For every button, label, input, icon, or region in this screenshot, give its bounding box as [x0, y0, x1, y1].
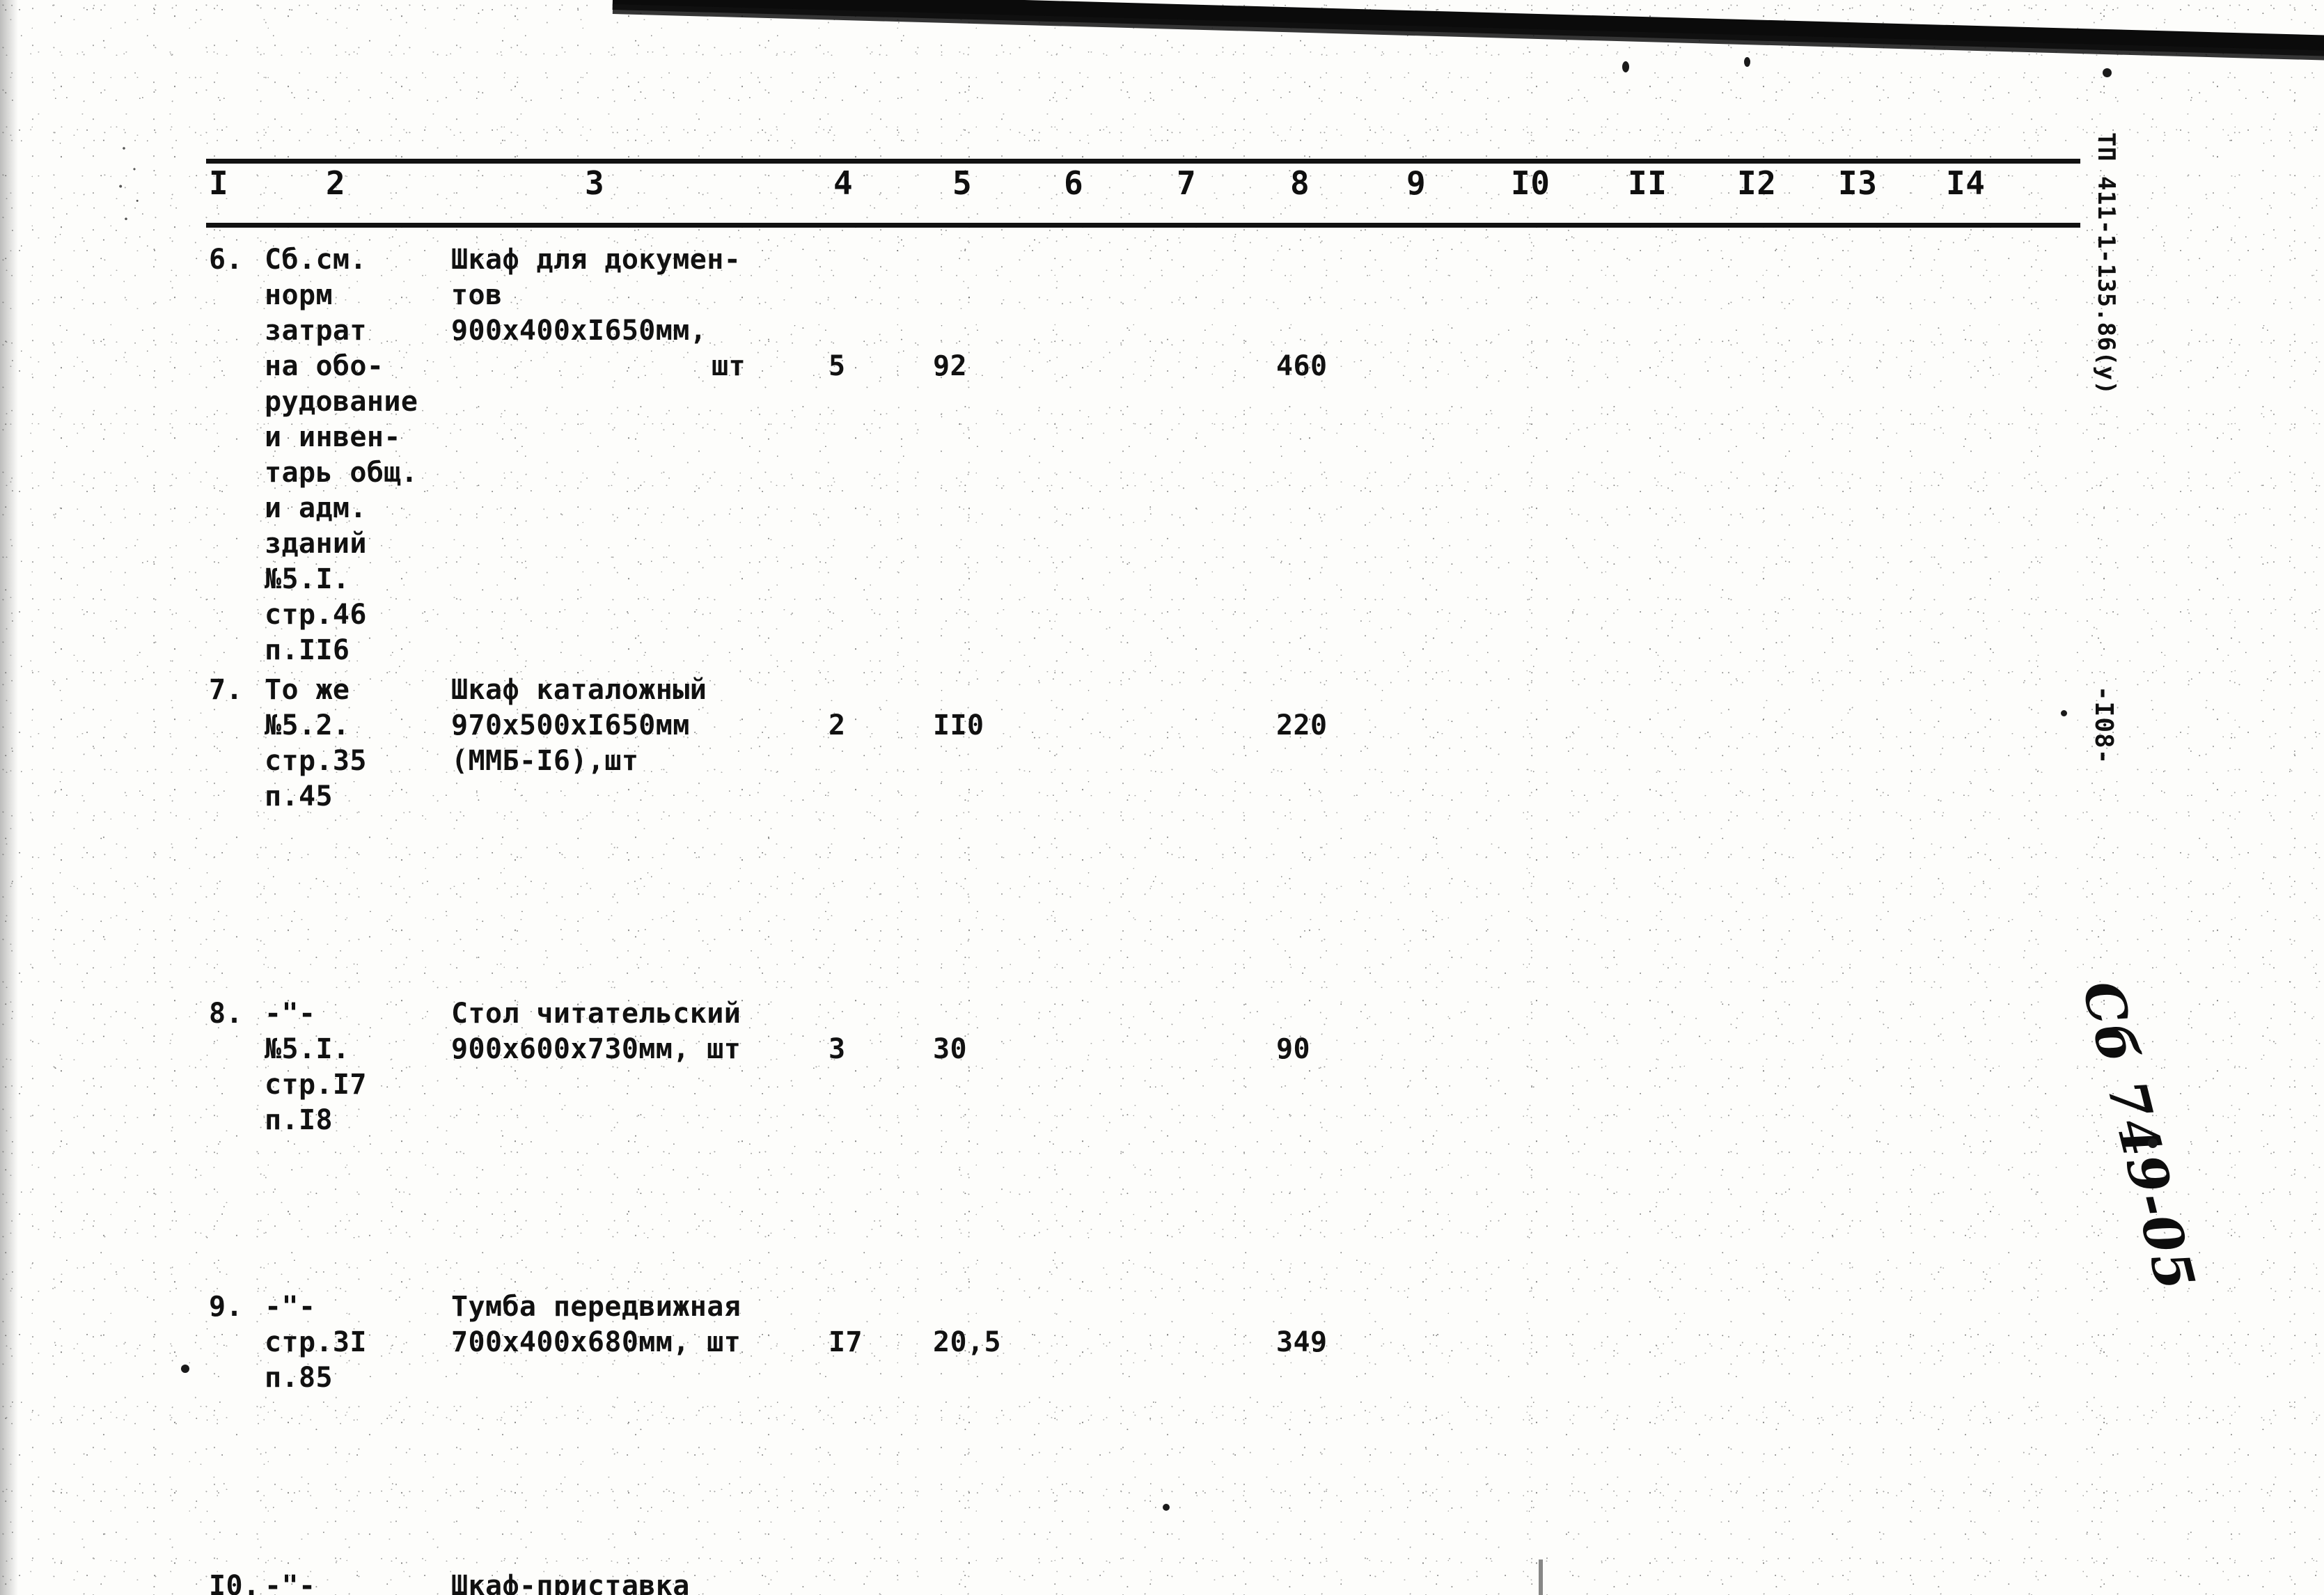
ink-speck — [2103, 68, 2112, 77]
ink-speck — [2148, 1138, 2158, 1148]
column-header-5: 5 — [952, 164, 973, 202]
ink-speck — [181, 1365, 189, 1373]
bottom-margin-tick — [1539, 1559, 1543, 1595]
row-reference: -"- стр.46 п.II6 — [265, 1570, 316, 1595]
column-header-10: I0 — [1511, 164, 1550, 202]
row-quantity: I7 — [829, 1326, 863, 1358]
page-number: -I08- — [2089, 686, 2118, 765]
row-reference: -"- стр.3I п.85 — [265, 1291, 367, 1394]
row-unit: шт — [712, 350, 746, 382]
column-header-12: I2 — [1737, 164, 1777, 202]
document-code-label: ТП 411-1-135.86(у) — [2092, 132, 2120, 395]
table-row: I0. -"- стр.46 п.II6 Шкаф-приставка для … — [0, 859, 2324, 1595]
column-header-7: 7 — [1177, 164, 1197, 202]
row-total-cost: 349 — [1276, 1326, 1328, 1358]
column-header-4: 4 — [833, 164, 854, 202]
column-header-9: 9 — [1406, 164, 1427, 202]
ink-speck — [2061, 710, 2067, 716]
row-description: Шкаф-приставка для вертикального хранени… — [451, 1570, 690, 1595]
row-number: 6. — [209, 244, 243, 276]
table-row: 7. То же №5.2. стр.35 п.45 Шкаф каталожн… — [0, 427, 2324, 812]
row-number: 9. — [209, 1291, 243, 1323]
column-header-6: 6 — [1064, 164, 1084, 202]
row-quantity: 5 — [829, 350, 846, 382]
ink-speck — [1622, 61, 1629, 72]
ink-speck — [1744, 57, 1750, 67]
column-header-2: 2 — [326, 164, 346, 202]
ink-speck — [1163, 1504, 1170, 1511]
table-header-bottom-rule — [206, 223, 2080, 228]
row-total-cost: 460 — [1276, 350, 1328, 382]
row-description: Шкаф для докумен- тов 900х400хI650мм, — [451, 244, 741, 347]
column-header-1: I — [209, 164, 229, 202]
column-header-11: II — [1628, 164, 1667, 202]
column-header-14: I4 — [1946, 164, 1986, 202]
table-column-header-row: I 2 3 4 5 6 7 8 9 I0 II I2 I3 I4 — [0, 167, 2324, 219]
row-description: Тумба передвижная 700х400х680мм, шт — [451, 1291, 741, 1358]
column-header-3: 3 — [585, 164, 605, 202]
table-top-rule — [206, 159, 2080, 164]
row-unit-price: 92 — [933, 350, 967, 382]
scanned-document-page: I 2 3 4 5 6 7 8 9 I0 II I2 I3 I4 6. Сб.с… — [0, 0, 2324, 1595]
row-unit-price: 20,5 — [933, 1326, 1001, 1358]
table-body: 6. Сб.см. норм затрат на обо- рудование … — [0, 242, 2324, 1595]
table-row: 6. Сб.см. норм затрат на обо- рудование … — [0, 242, 2324, 666]
column-header-13: I3 — [1838, 164, 1878, 202]
row-number: I0. — [209, 1570, 260, 1595]
table-row: 9. -"- стр.3I п.85 Тумба передвижная 700… — [0, 720, 2324, 1394]
table-row: 8. -"- №5.I. стр.I7 п.I8 Стол читательск… — [0, 581, 2324, 1136]
column-header-8: 8 — [1290, 164, 1310, 202]
